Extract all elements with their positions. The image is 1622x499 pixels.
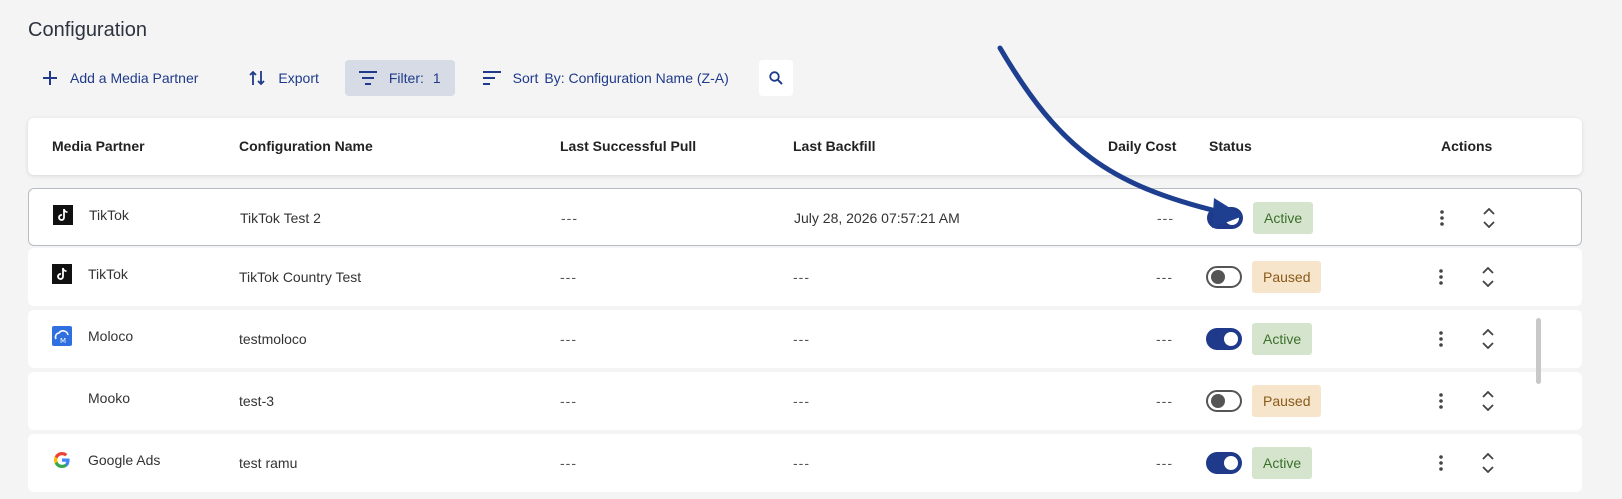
last-backfill: ---: [793, 455, 810, 471]
table-row[interactable]: Mooko test-3 --- --- --- Paused: [28, 372, 1582, 430]
expand-icon[interactable]: [1479, 206, 1499, 230]
configuration-name: testmoloco: [239, 331, 307, 347]
toggle-knob: [1224, 456, 1238, 470]
header-configuration-name[interactable]: Configuration Name: [239, 118, 373, 175]
more-options-icon[interactable]: [1431, 451, 1451, 475]
status-badge: Paused: [1252, 261, 1322, 293]
last-successful-pull: ---: [560, 269, 577, 285]
last-successful-pull: ---: [560, 331, 577, 347]
configuration-name: TikTok Test 2: [240, 210, 321, 226]
svg-text:M: M: [60, 337, 66, 345]
tiktok-logo-icon: [52, 264, 72, 284]
export-button[interactable]: Export: [234, 60, 332, 96]
add-media-partner-label: Add a Media Partner: [70, 70, 199, 86]
more-options-icon[interactable]: [1432, 206, 1452, 230]
media-partner-name: Mooko: [88, 390, 131, 406]
table-row[interactable]: TikTok TikTok Country Test --- --- --- P…: [28, 248, 1582, 306]
last-backfill: ---: [793, 331, 810, 347]
search-button[interactable]: [758, 60, 793, 96]
table-header: Media Partner Configuration Name Last Su…: [28, 118, 1582, 175]
status-toggle[interactable]: [1206, 390, 1242, 412]
configuration-page: Configuration Add a Media Partner Export…: [0, 0, 1622, 499]
header-media-partner[interactable]: Media Partner: [52, 118, 145, 175]
media-partner-name: TikTok: [88, 266, 128, 282]
more-options-icon[interactable]: [1431, 389, 1451, 413]
toggle-knob: [1224, 332, 1238, 346]
header-actions: Actions: [1441, 138, 1493, 154]
status-badge: Active: [1252, 323, 1313, 355]
status-toggle[interactable]: [1207, 207, 1243, 229]
status-badge: Active: [1253, 202, 1314, 234]
toolbar: Add a Media Partner Export Filter: 1 Sor…: [28, 60, 793, 96]
media-partner-name: Moloco: [88, 328, 134, 344]
expand-icon[interactable]: [1478, 389, 1498, 413]
toggle-knob: [1225, 211, 1239, 225]
last-backfill: ---: [793, 393, 810, 409]
sort-icon: [482, 71, 501, 85]
search-icon: [769, 71, 783, 85]
last-successful-pull: ---: [560, 393, 577, 409]
vertical-scrollbar[interactable]: [1536, 318, 1541, 384]
header-status[interactable]: Status: [1209, 118, 1252, 175]
filter-icon: [358, 71, 377, 85]
sort-label: Sort: [512, 70, 539, 86]
expand-icon[interactable]: [1478, 451, 1498, 475]
toggle-knob: [1211, 394, 1225, 408]
header-last-successful-pull[interactable]: Last Successful Pull: [560, 118, 696, 175]
filter-button[interactable]: Filter: 1: [344, 60, 455, 96]
daily-cost: ---: [1156, 393, 1173, 409]
export-label: Export: [278, 70, 319, 86]
configuration-name: test ramu: [239, 455, 298, 471]
table-row[interactable]: TikTok TikTok Test 2 --- July 28, 2026 0…: [28, 188, 1582, 246]
header-daily-cost[interactable]: Daily Cost: [1108, 118, 1176, 175]
last-backfill: July 28, 2026 07:57:21 AM: [794, 210, 960, 226]
configuration-name: TikTok Country Test: [239, 269, 362, 285]
daily-cost: ---: [1156, 331, 1173, 347]
media-partner-name: Google Ads: [88, 452, 161, 468]
daily-cost: ---: [1156, 269, 1173, 285]
google-ads-logo-icon: [53, 451, 70, 469]
daily-cost: ---: [1157, 210, 1174, 226]
status-badge: Active: [1252, 447, 1313, 479]
status-toggle[interactable]: [1206, 452, 1242, 474]
status-toggle[interactable]: [1206, 328, 1242, 350]
configuration-name: test-3: [239, 393, 275, 409]
last-backfill: ---: [793, 269, 810, 285]
expand-icon[interactable]: [1478, 327, 1498, 351]
media-partner-name: TikTok: [89, 207, 129, 223]
last-successful-pull: ---: [561, 210, 578, 226]
filter-label: Filter:: [388, 70, 424, 86]
daily-cost: ---: [1156, 455, 1173, 471]
last-successful-pull: ---: [560, 455, 577, 471]
table-row[interactable]: Google Ads test ramu --- --- --- Active: [28, 434, 1582, 492]
toggle-knob: [1211, 270, 1225, 284]
page-title: Configuration: [28, 19, 147, 41]
expand-icon[interactable]: [1478, 265, 1498, 289]
table-row[interactable]: M Moloco testmoloco --- --- --- Active: [28, 310, 1582, 368]
moloco-logo-icon: M: [52, 326, 72, 346]
add-media-partner-button[interactable]: Add a Media Partner: [28, 60, 212, 96]
sort-value: By: Configuration Name (Z-A): [544, 70, 729, 86]
filter-count: 1: [432, 70, 441, 86]
more-options-icon[interactable]: [1431, 327, 1451, 351]
export-icon: [249, 70, 266, 86]
sort-button[interactable]: Sort By: Configuration Name (Z-A): [469, 60, 743, 96]
plus-icon: [43, 71, 57, 85]
status-toggle[interactable]: [1206, 266, 1242, 288]
tiktok-logo-icon: [53, 205, 73, 225]
more-options-icon[interactable]: [1431, 265, 1451, 289]
status-badge: Paused: [1252, 385, 1322, 417]
header-last-backfill[interactable]: Last Backfill: [793, 118, 875, 175]
